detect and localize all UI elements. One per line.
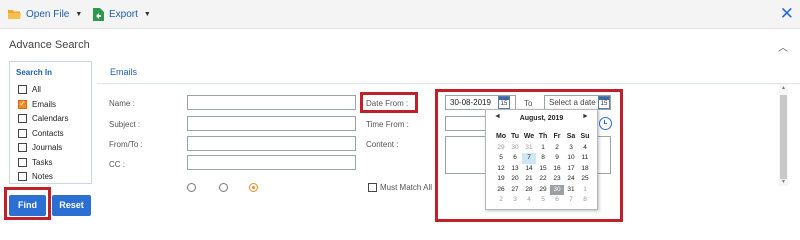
- open-file-button[interactable]: Open File ▼: [8, 6, 82, 23]
- date-picker-highlight-box: [435, 89, 623, 222]
- checkbox-icon[interactable]: [18, 114, 27, 123]
- search-in-item-all[interactable]: All: [18, 84, 41, 95]
- search-in-item-label: Contacts: [32, 128, 64, 138]
- time-from-label: Time From :: [366, 120, 409, 129]
- checkbox-icon[interactable]: [18, 157, 27, 167]
- open-file-dropdown-icon: ▼: [75, 11, 83, 18]
- name-input[interactable]: [187, 95, 356, 110]
- radio-option-2[interactable]: [219, 183, 228, 192]
- subject-input[interactable]: [187, 116, 356, 131]
- cc-input[interactable]: [187, 155, 356, 170]
- search-in-item-label: Journals: [32, 143, 63, 152]
- advance-search-header: Advance Search ︿: [0, 30, 800, 60]
- close-icon[interactable]: ✕: [780, 4, 794, 24]
- search-in-item-emails[interactable]: ✓ Emails: [18, 99, 56, 110]
- search-in-item-label: Emails: [32, 99, 57, 109]
- scroll-up-icon[interactable]: ▲: [779, 85, 788, 91]
- toolbar: Open File ▼ Export ▼ ✕: [0, 0, 800, 29]
- scrollbar-thumb[interactable]: [780, 95, 787, 179]
- search-in-item-label: Tasks: [32, 157, 53, 167]
- fromto-input[interactable]: [187, 136, 356, 151]
- open-file-label: Open File: [26, 9, 70, 20]
- radio-option-3[interactable]: [249, 183, 258, 192]
- search-in-item-label: All: [32, 85, 41, 94]
- name-label: Name :: [109, 99, 135, 108]
- date-from-highlight-box: [360, 92, 418, 113]
- radio-option-1[interactable]: [187, 183, 196, 192]
- checkbox-icon[interactable]: [18, 85, 27, 94]
- subject-label: Subject :: [109, 120, 141, 129]
- export-dropdown-icon: ▼: [143, 11, 151, 18]
- content-label: Content :: [366, 140, 399, 149]
- search-in-item-journals[interactable]: Journals: [18, 142, 62, 153]
- search-in-item-calendars[interactable]: Calendars: [18, 113, 68, 124]
- search-in-panel: Search In All ✓ Emails Calendars Contacts Jou…: [9, 61, 92, 184]
- tab-emails[interactable]: Emails: [110, 67, 137, 77]
- folder-icon: [8, 10, 21, 19]
- reset-button[interactable]: Reset: [52, 195, 91, 216]
- panel-title: Advance Search: [9, 39, 90, 51]
- find-highlight-box: [4, 187, 51, 220]
- must-match-all-checkbox[interactable]: [368, 183, 377, 192]
- checkbox-icon[interactable]: [18, 128, 27, 138]
- search-in-item-label: Notes: [32, 172, 53, 181]
- checkbox-checked-icon[interactable]: ✓: [18, 99, 27, 109]
- search-in-heading: Search In: [16, 68, 53, 77]
- cc-label: CC :: [109, 160, 125, 169]
- fromto-label: From/To :: [109, 140, 143, 149]
- checkbox-icon[interactable]: [18, 172, 27, 181]
- export-button[interactable]: Export ▼: [93, 6, 151, 23]
- search-in-item-label: Calendars: [32, 114, 69, 123]
- scroll-down-icon[interactable]: ▼: [779, 179, 788, 185]
- export-label: Export: [109, 9, 138, 20]
- search-in-item-notes[interactable]: Notes: [18, 171, 53, 182]
- checkbox-icon[interactable]: [18, 143, 27, 152]
- search-in-item-tasks[interactable]: Tasks: [18, 157, 52, 168]
- export-icon: [93, 8, 104, 21]
- must-match-all-label: Must Match All: [380, 183, 433, 192]
- search-in-item-contacts[interactable]: Contacts: [18, 128, 64, 139]
- collapse-icon[interactable]: ︿: [778, 39, 788, 54]
- tab-bar: Emails: [97, 62, 800, 84]
